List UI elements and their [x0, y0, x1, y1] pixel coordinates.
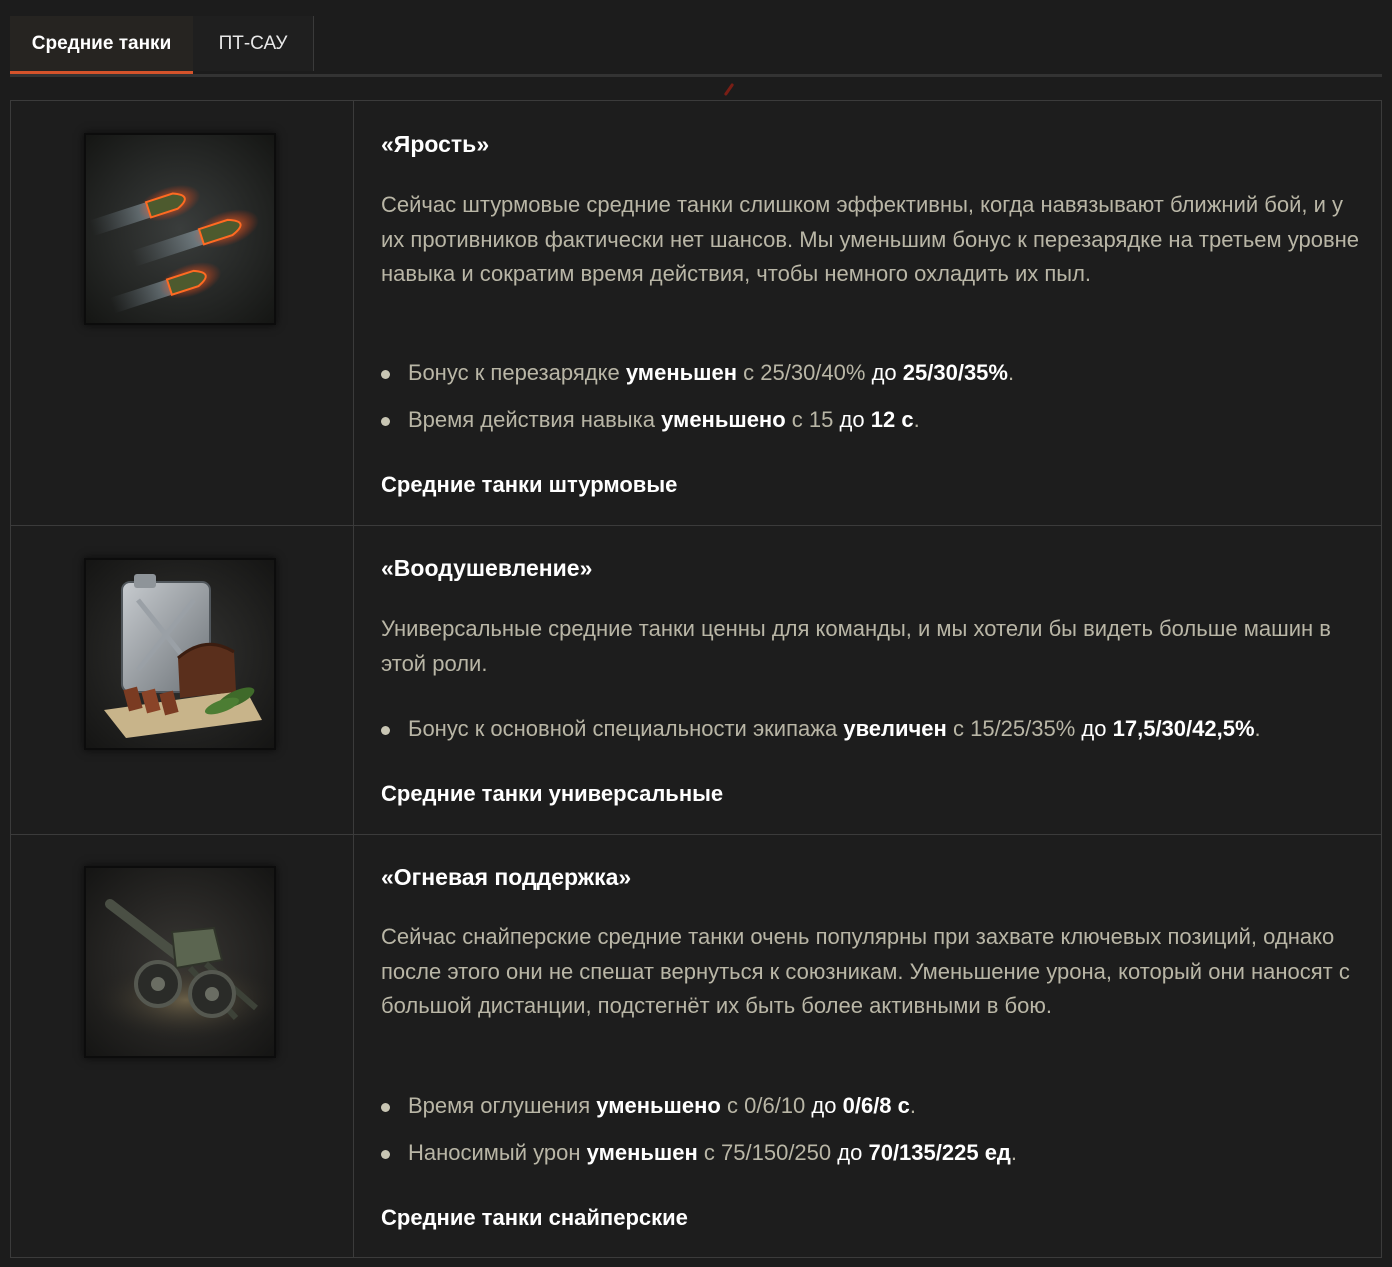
change-item: Бонус к перезарядке уменьшен с 25/30/40%… [381, 360, 1014, 386]
skill-image-cell [11, 101, 354, 525]
skill-row: «Ярость» Сейчас штурмовые средние танки … [11, 101, 1381, 526]
skill-description: Сейчас снайперские средние танки очень п… [381, 924, 1350, 1018]
patch-notes-page: Средние танки ПТ-САУ «Ярость» Сейчас шту… [0, 0, 1392, 1267]
jerrycan-bread-icon [84, 558, 276, 750]
skill-role: Средние танки штурмовые [381, 472, 678, 497]
skill-row: «Воодушевление» Универсальные средние та… [11, 526, 1381, 835]
skill-title: «Ярость» [381, 131, 490, 157]
skill-role: Средние танки снайперские [381, 1205, 688, 1230]
skill-description: Универсальные средние танки ценны для ко… [381, 616, 1331, 676]
tab-bar: Средние танки ПТ-САУ [10, 16, 1382, 77]
skill-description: Сейчас штурмовые средние танки слишком э… [381, 192, 1360, 286]
skill-title: «Огневая поддержка» [381, 864, 632, 890]
skill-image-cell [11, 835, 354, 1257]
tab-medium-tanks[interactable]: Средние танки [10, 16, 193, 74]
shells-icon [84, 133, 276, 325]
howitzer-icon [84, 866, 276, 1058]
change-item: Бонус к основной специальности экипажа у… [381, 716, 1261, 742]
skill-row: «Огневая поддержка» Сейчас снайперские с… [11, 835, 1381, 1257]
skill-image-cell [11, 526, 354, 834]
change-item: Время действия навыка уменьшено с 15 до … [381, 407, 920, 433]
spark-decoration [723, 82, 735, 97]
skill-title: «Воодушевление» [381, 555, 593, 581]
skill-role: Средние танки универсальные [381, 781, 724, 806]
change-item: Время оглушения уменьшено с 0/6/10 до 0/… [381, 1093, 916, 1119]
tab-td[interactable]: ПТ-САУ [193, 16, 314, 71]
skills-table: «Ярость» Сейчас штурмовые средние танки … [10, 100, 1382, 1258]
change-item: Наносимый урон уменьшен с 75/150/250 до … [381, 1140, 1017, 1166]
